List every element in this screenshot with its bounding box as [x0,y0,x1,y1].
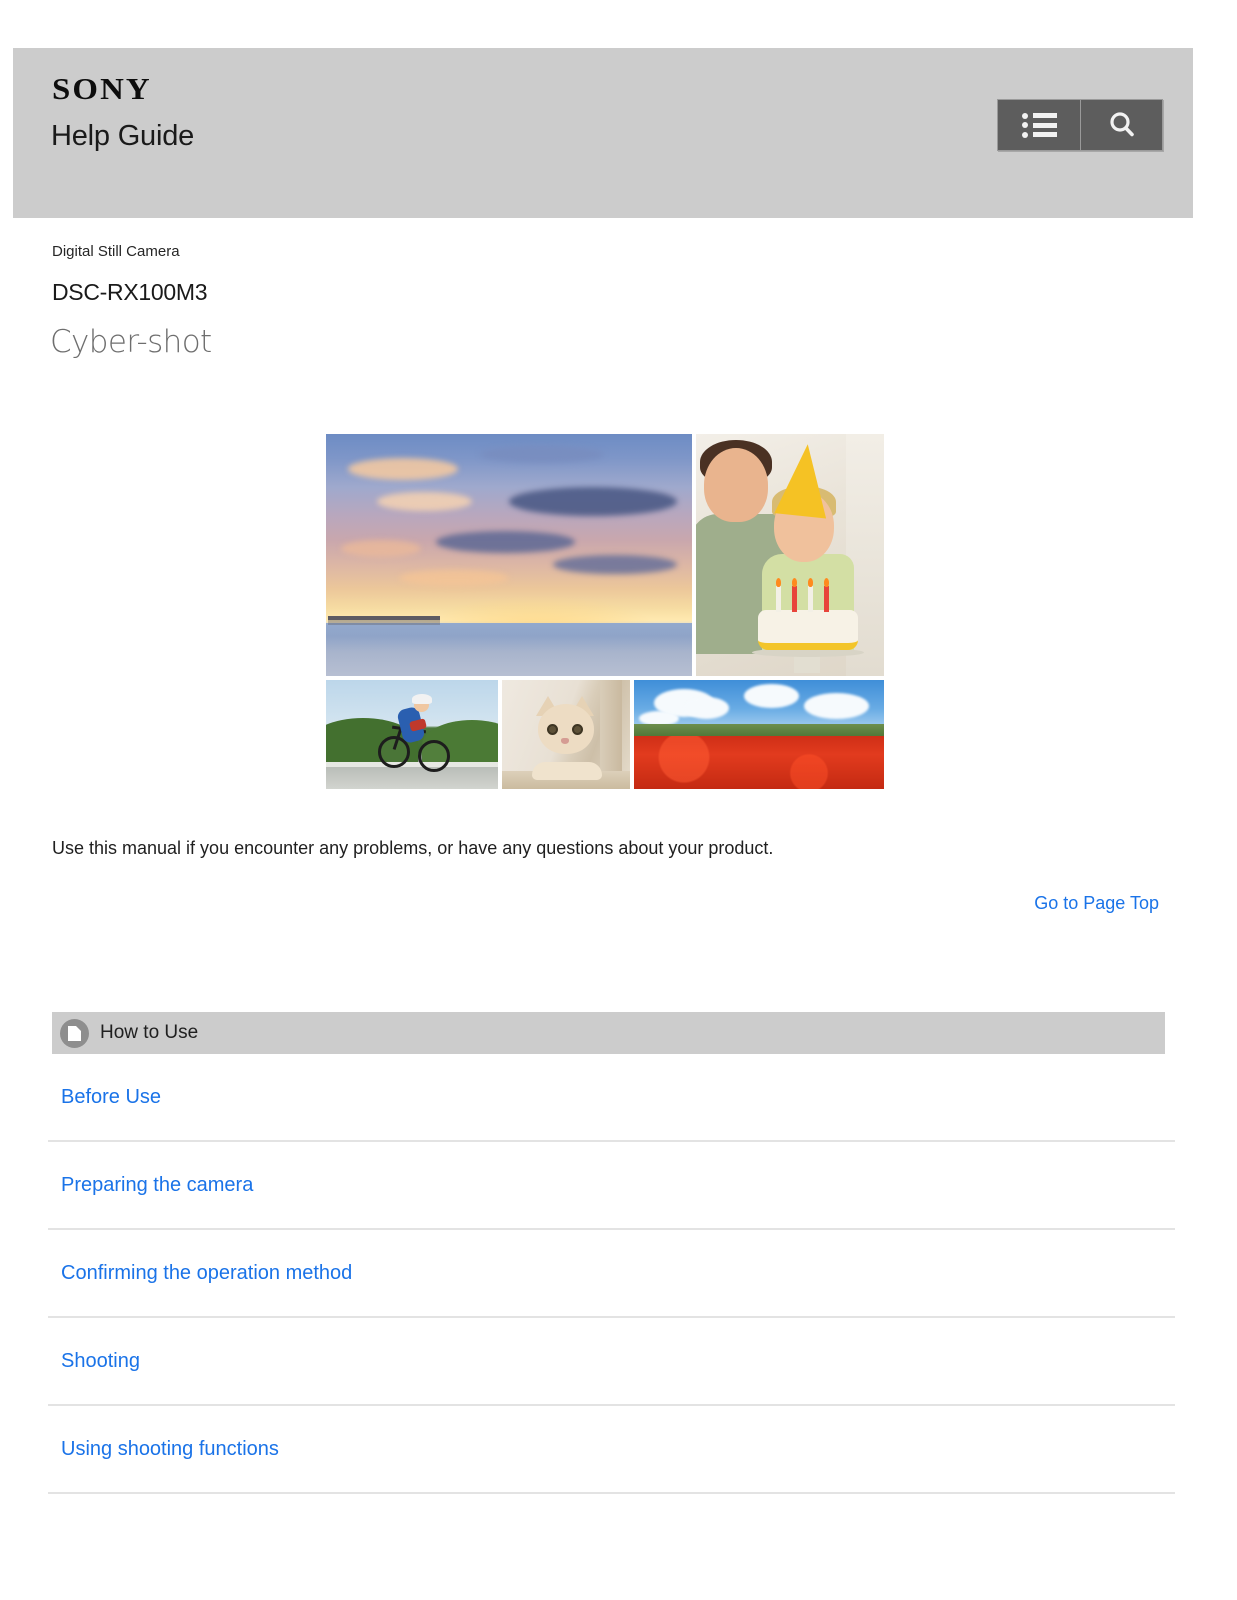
list-item[interactable]: Before Use [48,1054,1175,1142]
link-using-shooting-functions[interactable]: Using shooting functions [61,1438,279,1461]
photo-cyclist-coastal-road [326,680,498,789]
link-before-use[interactable]: Before Use [61,1086,161,1109]
how-to-use-link-list: Before Use Preparing the camera Confirmi… [48,1054,1175,1494]
sony-logo: SONY [52,71,152,106]
photo-red-poppy-field [634,680,884,789]
link-preparing-the-camera[interactable]: Preparing the camera [61,1174,253,1197]
list-item[interactable]: Using shooting functions [48,1406,1175,1494]
link-confirming-the-operation-method[interactable]: Confirming the operation method [61,1262,352,1285]
how-to-use-title: How to Use [100,1022,199,1043]
menu-button[interactable] [998,100,1080,150]
link-shooting[interactable]: Shooting [61,1350,140,1373]
search-icon [1109,112,1134,137]
list-item[interactable]: Confirming the operation method [48,1230,1175,1318]
photo-sunset-beach-pier [326,434,692,676]
cyber-shot-logo: Cyber-shot [50,324,212,360]
intro-text: Use this manual if you encounter any pro… [52,838,774,858]
go-to-page-top-link[interactable]: Go to Page Top [1034,893,1159,914]
product-model: DSC-RX100M3 [52,279,208,305]
site-header: SONY Help Guide [13,48,1193,218]
how-to-use-section-header: How to Use [52,1012,1165,1054]
photo-father-and-son-birthday [696,434,884,676]
product-photo-collage [326,434,884,789]
list-item[interactable]: Preparing the camera [48,1142,1175,1230]
help-guide-page: SONY Help Guide Digital Still Camera DSC… [0,0,1237,1600]
header-button-group [997,99,1163,151]
document-page-icon [60,1018,89,1048]
list-item[interactable]: Shooting [48,1318,1175,1406]
list-menu-icon [1021,109,1057,141]
photo-cat-peeking [502,680,630,789]
search-button[interactable] [1080,100,1162,150]
page-title: Help Guide [51,120,195,152]
product-category: Digital Still Camera [52,243,180,260]
